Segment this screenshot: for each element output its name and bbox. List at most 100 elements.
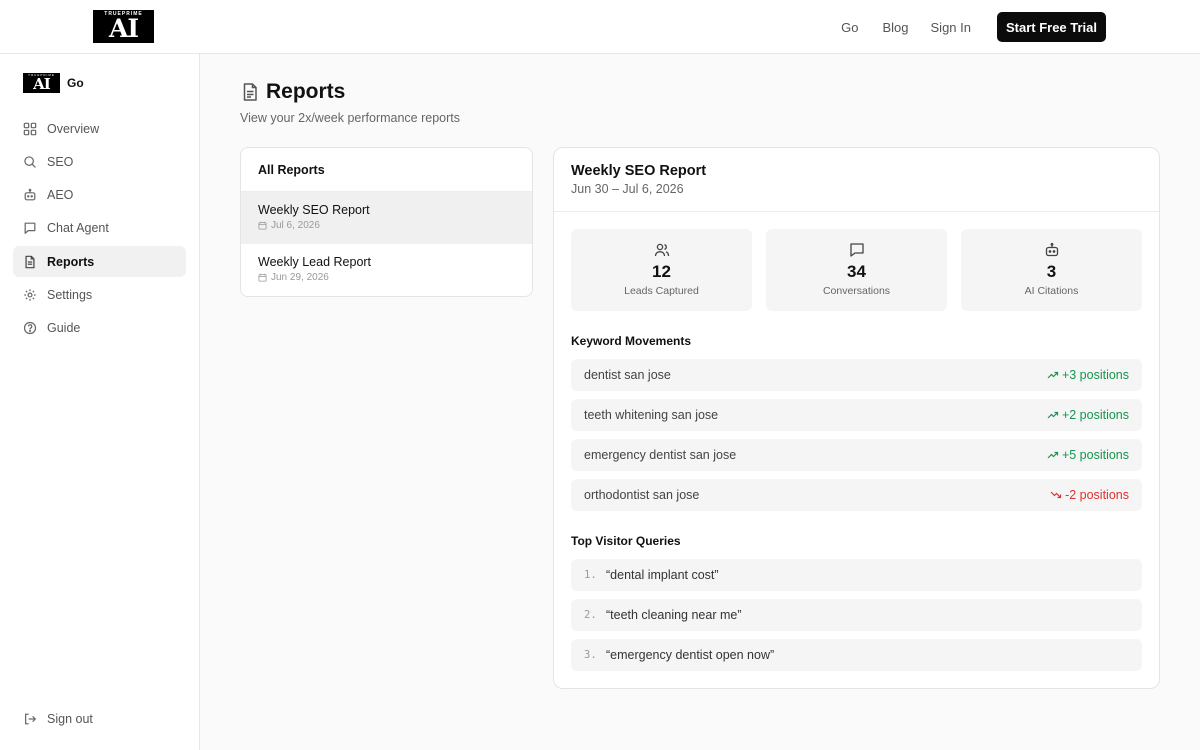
- report-date: Jun 29, 2026: [258, 272, 532, 283]
- reports-list-panel: All Reports Weekly SEO Report Jul 6, 202…: [240, 147, 533, 297]
- keyword-term: dentist san jose: [584, 368, 671, 382]
- bot-icon: [24, 188, 36, 201]
- chat-icon: [24, 222, 36, 235]
- search-icon: [24, 156, 36, 168]
- top-visitor-queries-title: Top Visitor Queries: [571, 534, 681, 548]
- keyword-change-text: +2 positions: [1061, 408, 1129, 422]
- stats-row: 12 Leads Captured 34 Conversations 3 AI …: [571, 229, 1142, 311]
- sidebar-item-label: Overview: [47, 121, 100, 136]
- sidebar-item-seo[interactable]: SEO: [13, 146, 186, 177]
- stat-label: AI Citations: [1024, 285, 1079, 297]
- users-icon: [654, 243, 669, 257]
- sidebar-item-settings[interactable]: Settings: [13, 279, 186, 310]
- keyword-term: teeth whitening san jose: [584, 408, 719, 422]
- keyword-change-text: -2 positions: [1065, 488, 1129, 502]
- sidebar-item-overview[interactable]: Overview: [13, 113, 186, 144]
- report-date-text: Jun 29, 2026: [271, 272, 329, 283]
- stat-value: 3: [1046, 262, 1057, 281]
- query-index: 1.: [584, 569, 597, 581]
- sidebar-brand[interactable]: TRUEPRIME AI Go: [23, 73, 84, 93]
- sidebar-item-label: Guide: [47, 321, 81, 336]
- query-row: 1. “dental implant cost”: [571, 559, 1142, 591]
- calendar-icon: [258, 273, 267, 282]
- trending-up-icon: [1047, 371, 1059, 379]
- sidebar-logo: TRUEPRIME AI: [23, 73, 60, 93]
- stat-ai-citations: 3 AI Citations: [961, 229, 1142, 311]
- keyword-movements-title: Keyword Movements: [571, 334, 692, 348]
- report-item-weekly-lead[interactable]: Weekly Lead Report Jun 29, 2026: [241, 244, 532, 296]
- report-date-range: Jun 30 – Jul 6, 2026: [571, 182, 684, 196]
- keyword-row: dentist san jose +3 positions: [571, 359, 1142, 391]
- start-free-trial-button[interactable]: Start Free Trial: [997, 12, 1106, 42]
- logo-mark: AI: [108, 14, 139, 43]
- sidebar-product-name: Go: [67, 76, 84, 90]
- keyword-term: orthodontist san jose: [584, 488, 700, 502]
- top-nav-links: Go Blog Sign In Start Free Trial: [841, 12, 1106, 42]
- grid-icon: [23, 122, 37, 135]
- report-date: Jul 6, 2026: [258, 220, 532, 231]
- keyword-change: +5 positions: [1047, 448, 1129, 462]
- keyword-row: teeth whitening san jose +2 positions: [571, 399, 1142, 431]
- sign-out-icon: [25, 713, 37, 725]
- sidebar-item-label: Chat Agent: [47, 221, 109, 236]
- document-icon: [243, 83, 257, 101]
- sidebar-item-label: Settings: [47, 287, 93, 302]
- keyword-change-text: +5 positions: [1061, 448, 1129, 462]
- query-index: 3.: [584, 649, 597, 661]
- query-index: 2.: [584, 609, 597, 621]
- sidebar-item-guide[interactable]: Guide: [13, 313, 186, 344]
- sidebar-nav: Overview SEO AEO Chat Agent Reports Sett…: [13, 113, 186, 346]
- sidebar-item-reports[interactable]: Reports: [13, 246, 186, 278]
- sidebar-item-label: AEO: [47, 188, 74, 203]
- keyword-term: emergency dentist san jose: [584, 448, 737, 462]
- stat-value: 12: [652, 262, 671, 281]
- logo-mark: AI: [33, 75, 51, 93]
- keyword-change: +3 positions: [1047, 368, 1129, 382]
- keyword-row: emergency dentist san jose +5 positions: [571, 439, 1142, 471]
- report-date-text: Jul 6, 2026: [271, 220, 320, 231]
- query-row: 2. “teeth cleaning near me”: [571, 599, 1142, 631]
- page-heading: Reports: [266, 80, 346, 103]
- help-icon: [23, 322, 37, 335]
- nav-link-blog[interactable]: Blog: [882, 20, 908, 35]
- report-name: Weekly SEO Report: [258, 203, 370, 217]
- report-item-weekly-seo[interactable]: Weekly SEO Report Jul 6, 2026: [241, 192, 532, 244]
- top-navbar: TRUEPRIME AI Go Blog Sign In Start Free …: [0, 0, 1200, 54]
- stat-conversations: 34 Conversations: [766, 229, 947, 311]
- trending-up-icon: [1047, 451, 1059, 459]
- sidebar-item-label: Reports: [47, 254, 95, 269]
- report-name: Weekly Lead Report: [258, 255, 372, 269]
- stat-label: Leads Captured: [624, 285, 699, 297]
- keyword-change: +2 positions: [1047, 408, 1129, 422]
- query-text: “dental implant cost”: [606, 568, 719, 582]
- chat-icon: [849, 243, 864, 257]
- sidebar-item-chat-agent[interactable]: Chat Agent: [13, 213, 186, 244]
- query-row: 3. “emergency dentist open now”: [571, 639, 1142, 671]
- sign-out-label: Sign out: [47, 712, 93, 726]
- report-detail-panel: Weekly SEO Report Jun 30 – Jul 6, 2026 1…: [553, 147, 1160, 689]
- page-subtitle: View your 2x/week performance reports: [240, 111, 461, 125]
- stat-leads-captured: 12 Leads Captured: [571, 229, 752, 311]
- visitor-queries-list: 1. “dental implant cost” 2. “teeth clean…: [571, 559, 1142, 679]
- keyword-change-text: +3 positions: [1061, 368, 1129, 382]
- calendar-icon: [258, 221, 267, 230]
- query-text: “emergency dentist open now”: [606, 648, 775, 662]
- document-icon: [25, 255, 35, 268]
- keyword-change: -2 positions: [1050, 488, 1129, 502]
- stat-value: 34: [847, 262, 866, 281]
- reports-list-header: All Reports: [241, 148, 532, 192]
- bot-icon: [1045, 242, 1058, 257]
- report-detail-title: Weekly SEO Report: [571, 163, 707, 179]
- page-title: Reports: [240, 80, 345, 104]
- keyword-row: orthodontist san jose -2 positions: [571, 479, 1142, 511]
- sign-out-button[interactable]: Sign out: [23, 712, 93, 726]
- nav-link-go[interactable]: Go: [841, 20, 858, 35]
- stat-label: Conversations: [822, 285, 891, 297]
- brand-logo[interactable]: TRUEPRIME AI: [93, 10, 154, 43]
- trending-up-icon: [1047, 411, 1059, 419]
- report-detail-header: Weekly SEO Report Jun 30 – Jul 6, 2026: [554, 148, 1159, 212]
- nav-link-sign-in[interactable]: Sign In: [931, 20, 971, 35]
- keyword-movements-list: dentist san jose +3 positions teeth whit…: [571, 359, 1142, 519]
- query-text: “teeth cleaning near me”: [606, 608, 742, 622]
- sidebar-item-aeo[interactable]: AEO: [13, 180, 186, 211]
